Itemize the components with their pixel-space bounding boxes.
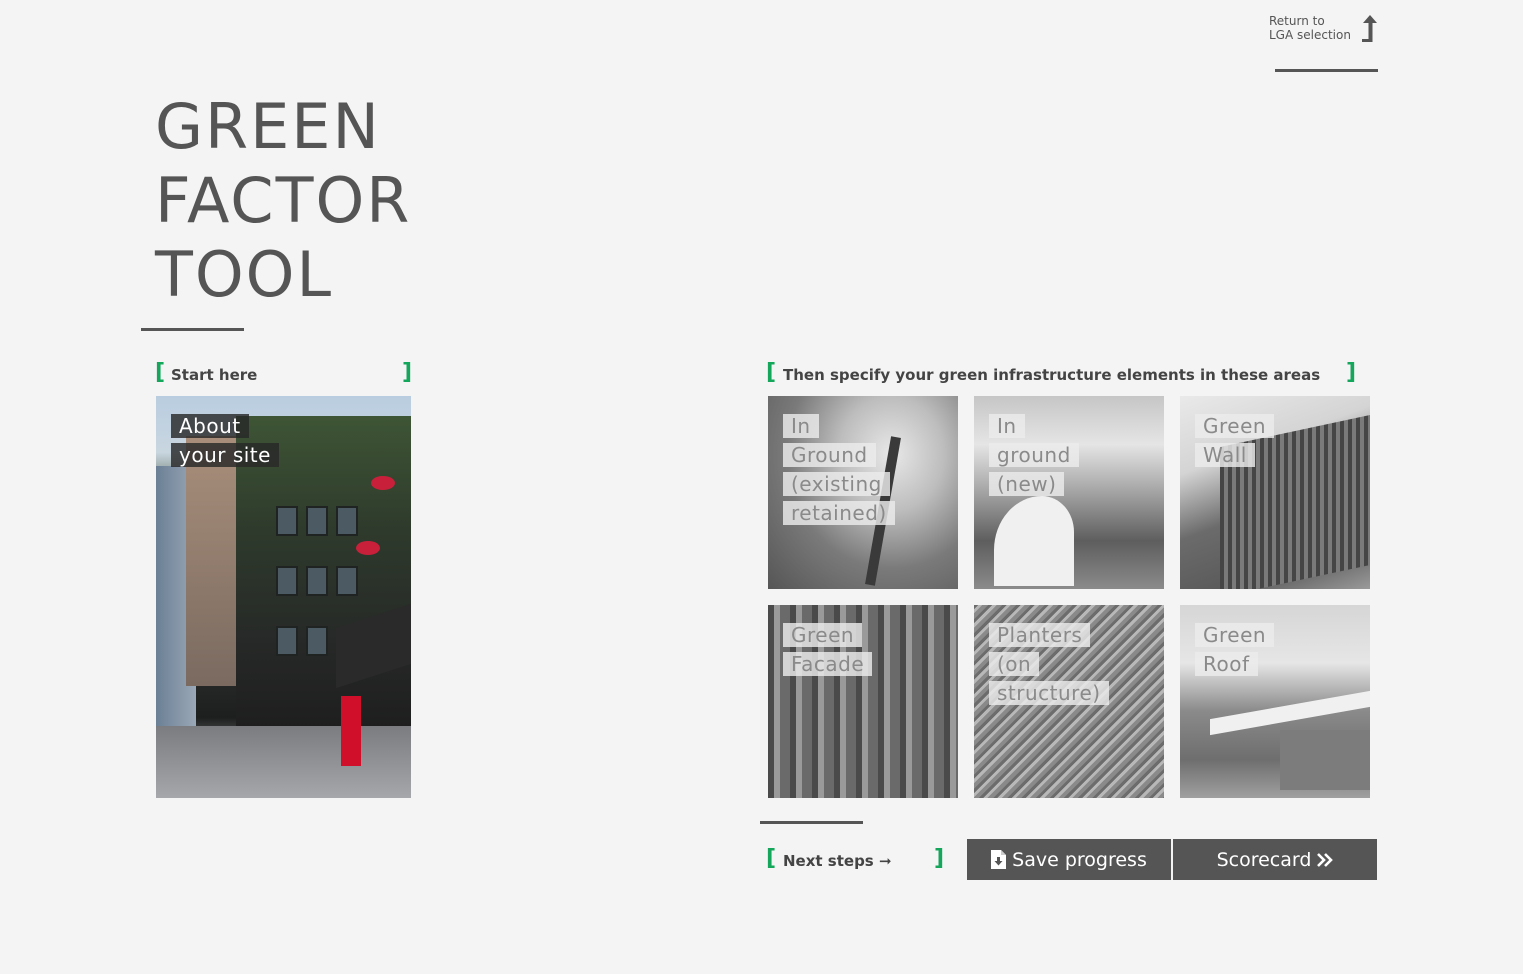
photo-window: [276, 506, 298, 536]
tile-label-line: (on: [989, 652, 1040, 676]
photo-red-panel: [341, 696, 361, 766]
tile-label-line: In: [989, 414, 1025, 438]
tile-label-line: Ground: [783, 443, 876, 467]
save-progress-button[interactable]: Save progress: [967, 839, 1171, 880]
bracket-close: ]: [1346, 360, 1357, 385]
photo-window: [336, 506, 358, 536]
tile-label-line: Green: [1195, 623, 1275, 647]
next-steps-rule: [760, 821, 863, 824]
file-download-icon: [991, 850, 1007, 869]
areas-label: Then specify your green infrastructure e…: [783, 366, 1321, 384]
start-here-label: Start here: [171, 366, 258, 384]
tile-label-line: In: [783, 414, 819, 438]
tile-label-line: Roof: [1195, 652, 1258, 676]
tile-label-line: Wall: [1195, 443, 1255, 467]
tile-in-ground-new[interactable]: In ground (new): [974, 396, 1164, 589]
photo-roof: [1210, 690, 1370, 736]
next-steps-text: Next steps: [783, 852, 874, 870]
photo-window: [276, 626, 298, 656]
photo-window: [306, 566, 328, 596]
tile-label-line: Green: [1195, 414, 1275, 438]
about-card-line-1: About: [171, 414, 249, 438]
right-arrow-icon: ➞: [878, 852, 892, 870]
title-line-3: TOOL: [155, 238, 334, 311]
title-line-1: GREEN: [155, 90, 381, 163]
bracket-close: ]: [402, 360, 413, 385]
photo-flowers: [356, 541, 380, 555]
about-card-label: About your site: [171, 412, 279, 470]
tile-label-line: Green: [783, 623, 863, 647]
return-line-2: LGA selection: [1269, 28, 1351, 42]
tile-label-line: retained): [783, 501, 895, 525]
bracket-open: [: [155, 360, 166, 385]
photo-street: [156, 726, 411, 798]
page-title: GREEN FACTOR TOOL: [155, 90, 411, 312]
photo-window: [336, 566, 358, 596]
tile-planters-on-structure[interactable]: Planters (on structure): [974, 605, 1164, 798]
tile-label: Green Wall: [1195, 412, 1275, 470]
photo-window: [306, 506, 328, 536]
tile-in-ground-existing[interactable]: In Ground (existing retained): [768, 396, 958, 589]
title-underline: [141, 328, 244, 331]
tile-label-line: ground: [989, 443, 1079, 467]
tile-label-line: (new): [989, 472, 1065, 496]
save-progress-label: Save progress: [1012, 848, 1147, 871]
scorecard-label: Scorecard: [1216, 848, 1312, 871]
bracket-open: [: [766, 846, 777, 871]
tile-label-line: (existing: [783, 472, 890, 496]
double-chevron-right-icon: [1317, 852, 1334, 867]
tile-green-roof[interactable]: Green Roof: [1180, 605, 1370, 798]
tile-label-line: Facade: [783, 652, 873, 676]
tile-label-line: Planters: [989, 623, 1091, 647]
photo-window: [276, 566, 298, 596]
photo-flowers: [371, 476, 395, 490]
bracket-close: ]: [934, 846, 945, 871]
tile-label: Green Roof: [1195, 621, 1275, 679]
scorecard-button[interactable]: Scorecard: [1173, 839, 1377, 880]
return-underline: [1275, 69, 1378, 72]
title-line-2: FACTOR: [155, 164, 412, 237]
tile-label: In Ground (existing retained): [783, 412, 895, 528]
tile-label-line: structure): [989, 681, 1109, 705]
photo-building-wall: [1280, 730, 1370, 790]
next-steps-label: Next steps ➞: [783, 851, 892, 871]
return-arrow-icon: [1362, 15, 1377, 42]
tile-label: Green Facade: [783, 621, 873, 679]
photo-window: [306, 626, 328, 656]
tile-green-facade[interactable]: Green Facade: [768, 605, 958, 798]
tile-label: In ground (new): [989, 412, 1079, 499]
tile-green-wall[interactable]: Green Wall: [1180, 396, 1370, 589]
tile-label: Planters (on structure): [989, 621, 1109, 708]
return-to-lga-link[interactable]: Return to LGA selection: [1269, 14, 1384, 48]
about-your-site-card[interactable]: About your site: [156, 396, 411, 798]
photo-building-curve: [994, 496, 1074, 586]
return-line-1: Return to: [1269, 14, 1325, 28]
return-link-text: Return to LGA selection: [1269, 14, 1359, 42]
bracket-open: [: [766, 360, 777, 385]
about-card-line-2: your site: [171, 443, 279, 467]
